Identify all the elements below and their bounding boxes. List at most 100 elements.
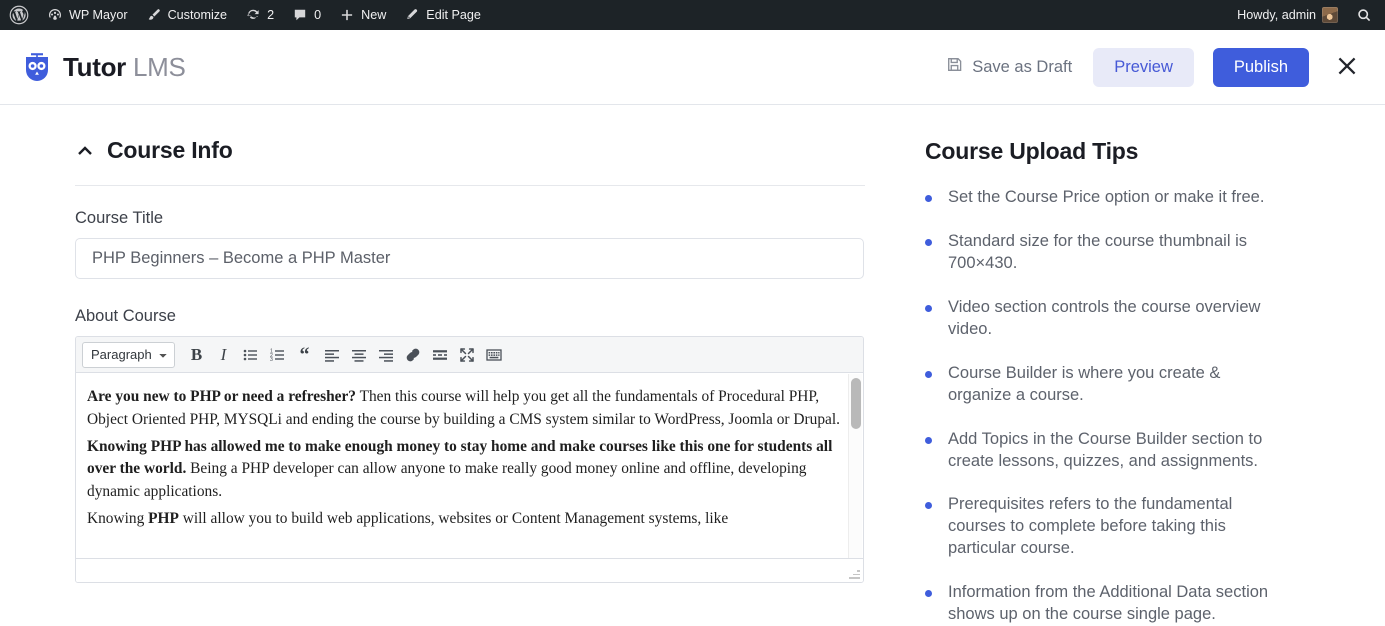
list-item: Standard size for the course thumbnail i… [925,231,1275,275]
about-course-text-area[interactable]: Are you new to PHP or need a refresher? … [76,373,863,558]
tip-text: Standard size for the course thumbnail i… [948,231,1247,272]
bullet-icon [925,304,932,312]
editor-status-bar [76,558,863,582]
tip-text: Add Topics in the Course Builder section… [948,429,1263,470]
italic-icon[interactable]: I [210,342,237,368]
page-title: Course Info [107,137,233,163]
tip-text: Course Builder is where you create & org… [948,363,1221,404]
dashboard-site-icon [47,7,63,23]
editor-paragraph-2: Knowing PHP has allowed me to make enoug… [87,436,843,504]
pencil-icon [404,7,420,23]
toolbar-toggle-icon[interactable] [480,342,507,368]
publish-button[interactable]: Publish [1212,47,1309,87]
numbered-list-icon[interactable]: 123 [264,342,291,368]
editor-p3-bold: PHP [148,509,179,527]
wp-admin-bar: WP Mayor Customize 2 0 New Edit Page How… [0,0,1385,30]
plus-icon [339,7,355,23]
search-icon [1356,7,1372,23]
list-item: Add Topics in the Course Builder section… [925,429,1275,473]
site-name-menu[interactable]: WP Mayor [38,0,137,30]
admin-bar-left-group: WP Mayor Customize 2 0 New Edit Page [0,0,490,30]
brush-icon [146,7,162,23]
about-course-editor: Paragraph B I 123 “ Are you new to PHP o… [75,336,864,583]
editor-paragraph-1: Are you new to PHP or need a refresher? … [87,386,843,432]
bullet-icon [925,238,932,246]
bullet-icon [925,436,932,444]
tip-text: Prerequisites refers to the fundamental … [948,495,1233,558]
wordpress-logo-menu[interactable] [0,0,38,30]
preview-button[interactable]: Preview [1093,47,1194,87]
bullet-icon [925,502,932,510]
howdy-label: Howdy, admin [1237,8,1316,22]
tip-text: Information from the Additional Data sec… [948,583,1269,624]
customize-menu[interactable]: Customize [137,0,237,30]
editor-p3-rest: will allow you to build web applications… [178,509,729,527]
course-info-panel: Course Info Course Title About Course Pa… [0,105,925,619]
site-name-label: WP Mayor [69,8,128,22]
search-toggle[interactable] [1347,0,1381,30]
align-left-icon[interactable] [318,342,345,368]
bulleted-list-icon[interactable] [237,342,264,368]
bullet-icon [925,195,932,202]
list-item: Course Builder is where you create & org… [925,363,1275,407]
builder-content: Course Info Course Title About Course Pa… [0,105,1385,623]
tutor-lms-wordmark: Tutor LMS [63,54,186,80]
editor-scrollbar-thumb[interactable] [851,378,861,429]
updates-menu[interactable]: 2 [236,0,283,30]
save-as-draft-label: Save as Draft [972,57,1073,76]
paragraph-format-select[interactable]: Paragraph [82,341,175,368]
comments-count: 0 [314,8,322,22]
close-icon [1334,53,1360,82]
chevron-up-icon [75,141,95,161]
editor-scrollbar[interactable] [848,374,862,558]
save-as-draft-button[interactable]: Save as Draft [944,52,1074,82]
align-right-icon[interactable] [372,342,399,368]
comment-icon [292,7,308,23]
tips-list: Set the Course Price option or make it f… [925,187,1325,626]
insert-link-icon[interactable] [399,342,426,368]
course-builder-header: Tutor LMS Save as Draft Preview Publish [0,30,1385,105]
brand-name-primary: Tutor [63,52,126,82]
course-upload-tips-panel: Course Upload Tips Set the Course Price … [925,105,1385,623]
about-course-label: About Course [75,307,176,325]
brand-name-secondary: LMS [132,52,186,82]
list-item: Video section controls the course overvi… [925,297,1275,341]
tutor-lms-logo[interactable]: Tutor LMS [20,50,186,84]
bold-icon[interactable]: B [183,342,210,368]
tip-text: Video section controls the course overvi… [948,297,1261,338]
new-content-menu[interactable]: New [330,0,395,30]
tip-text: Set the Course Price option or make it f… [948,188,1265,206]
blockquote-icon[interactable]: “ [291,342,318,368]
align-center-icon[interactable] [345,342,372,368]
resize-line-2 [853,573,860,575]
header-actions: Save as Draft Preview Publish [944,47,1363,87]
editor-resize-handle[interactable] [848,568,860,580]
floppy-disk-icon [946,56,963,78]
list-item: Information from the Additional Data sec… [925,582,1275,626]
bullet-icon [925,590,932,598]
resize-line-1 [857,570,860,572]
close-builder-button[interactable] [1331,50,1363,85]
edit-page-label: Edit Page [426,8,481,22]
tutor-owl-icon [20,50,54,84]
updates-count: 2 [267,8,275,22]
new-label: New [361,8,387,22]
fullscreen-icon[interactable] [453,342,480,368]
editor-p1-bold: Are you new to PHP or need a refresher? [87,388,357,405]
editor-p2-rest: Being a PHP developer can allow anyone t… [87,460,807,501]
edit-page-menu[interactable]: Edit Page [395,0,490,30]
resize-line-3 [849,577,860,579]
avatar [1322,7,1338,23]
editor-p3-pre: Knowing [87,509,149,527]
comments-menu[interactable]: 0 [283,0,330,30]
editor-toolbar: Paragraph B I 123 “ [76,337,863,373]
my-account-menu[interactable]: Howdy, admin [1228,0,1347,30]
wordpress-logo-icon [9,5,29,25]
course-info-section-header[interactable]: Course Info [75,137,865,186]
course-title-label: Course Title [75,209,164,227]
bullet-icon [925,370,932,378]
admin-bar-right-group: Howdy, admin [1228,0,1381,30]
read-more-icon[interactable] [426,342,453,368]
course-title-input[interactable] [75,238,864,279]
list-item: Set the Course Price option or make it f… [925,187,1275,209]
